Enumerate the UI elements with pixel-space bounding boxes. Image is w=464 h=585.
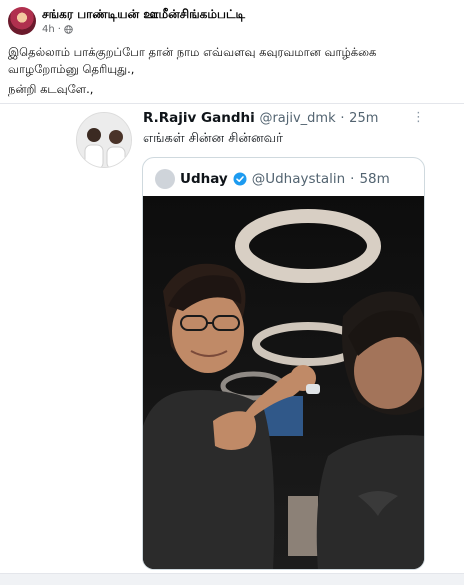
quoted-handle: @Udhaystalin [251, 171, 346, 187]
post-time[interactable]: 4h [42, 24, 55, 35]
tweet-text: எங்கள் சின்ன சின்னவர் [143, 131, 283, 146]
author-avatar[interactable] [8, 7, 36, 35]
more-icon: ⋮ [412, 110, 425, 125]
tweet-handle: @rajiv_dmk [259, 111, 336, 126]
post-text-line-3: நன்றி கடவுளே., [8, 82, 94, 96]
author-name[interactable]: சங்கர பாண்டியன் ஊமீன்சிங்கம்பட்டி [42, 7, 245, 23]
post-text-line-1: இதெல்லாம் பாக்குறப்போ தான் நாம எவ்வளவு க… [8, 45, 377, 59]
feed-bottom-divider [0, 573, 464, 585]
post-header: சங்கர பாண்டியன் ஊமீன்சிங்கம்பட்டி 4h · [0, 0, 464, 38]
post-meta: 4h · [42, 24, 73, 35]
quoted-time: 58m [359, 171, 390, 187]
quoted-tweet-header: Udhay @Udhaystalin · 58m [155, 168, 390, 190]
quoted-photo [143, 196, 424, 569]
tweet-author-avatar [76, 112, 132, 168]
post-text-line-2: வாழறோம்னு தெரியுது., [8, 62, 135, 76]
tweet-time: 25m [349, 111, 379, 126]
faint-text: ⠀ [72, 99, 78, 107]
quoted-author-avatar [155, 169, 175, 189]
tweet-author: R.Rajiv Gandhi @rajiv_dmk · 25m [143, 110, 379, 126]
globe-icon [64, 25, 73, 34]
quoted-tweet-card: Udhay @Udhaystalin · 58m [142, 157, 425, 570]
verified-badge-icon [233, 172, 247, 186]
tweet-author-name: R.Rajiv Gandhi [143, 110, 255, 126]
quoted-author-name: Udhay [180, 171, 228, 187]
